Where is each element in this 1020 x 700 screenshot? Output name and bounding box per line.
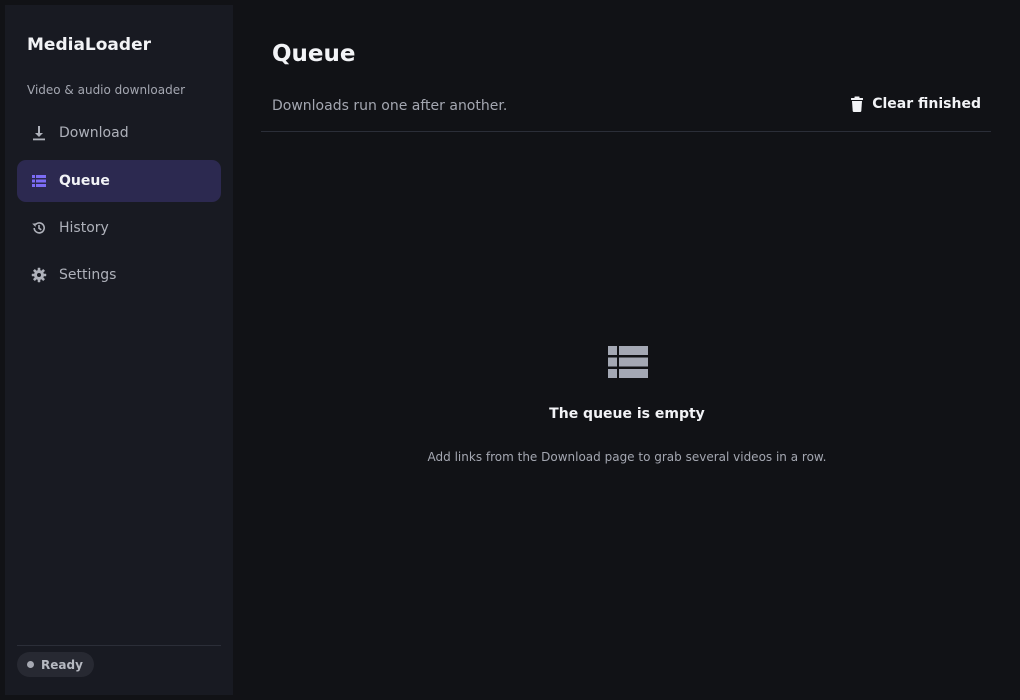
- status-text: Ready: [41, 657, 83, 672]
- empty-state-title: The queue is empty: [549, 406, 705, 422]
- list-icon: [607, 345, 649, 379]
- app-window: MediaLoader Video & audio downloader Dow…: [0, 0, 1020, 700]
- clear-finished-label: Clear finished: [872, 96, 981, 112]
- clear-finished-button[interactable]: Clear finished: [850, 96, 981, 112]
- page-title: Queue: [272, 41, 356, 67]
- list-icon: [31, 173, 47, 189]
- page-subtitle: Downloads run one after another.: [272, 98, 508, 114]
- history-icon: [31, 220, 47, 236]
- download-icon: [31, 125, 47, 141]
- sidebar-item-queue[interactable]: Queue: [17, 160, 221, 202]
- trash-icon: [850, 96, 864, 112]
- status-dot-icon: [27, 661, 34, 668]
- header-divider: [261, 131, 991, 132]
- sidebar: MediaLoader Video & audio downloader Dow…: [5, 5, 233, 695]
- sidebar-item-download[interactable]: Download: [17, 112, 221, 154]
- app-subtitle: Video & audio downloader: [27, 83, 186, 97]
- app-title: MediaLoader: [27, 35, 151, 55]
- status-badge: Ready: [17, 652, 94, 677]
- sidebar-divider: [17, 645, 221, 646]
- empty-state-text: Add links from the Download page to grab…: [427, 450, 827, 464]
- sidebar-item-label: Download: [59, 125, 129, 141]
- gear-icon: [31, 267, 47, 283]
- sidebar-item-label: Settings: [59, 267, 117, 283]
- sidebar-item-history[interactable]: History: [17, 207, 221, 249]
- sidebar-item-label: History: [59, 220, 109, 236]
- sidebar-item-settings[interactable]: Settings: [17, 254, 221, 296]
- sidebar-item-label: Queue: [59, 173, 110, 189]
